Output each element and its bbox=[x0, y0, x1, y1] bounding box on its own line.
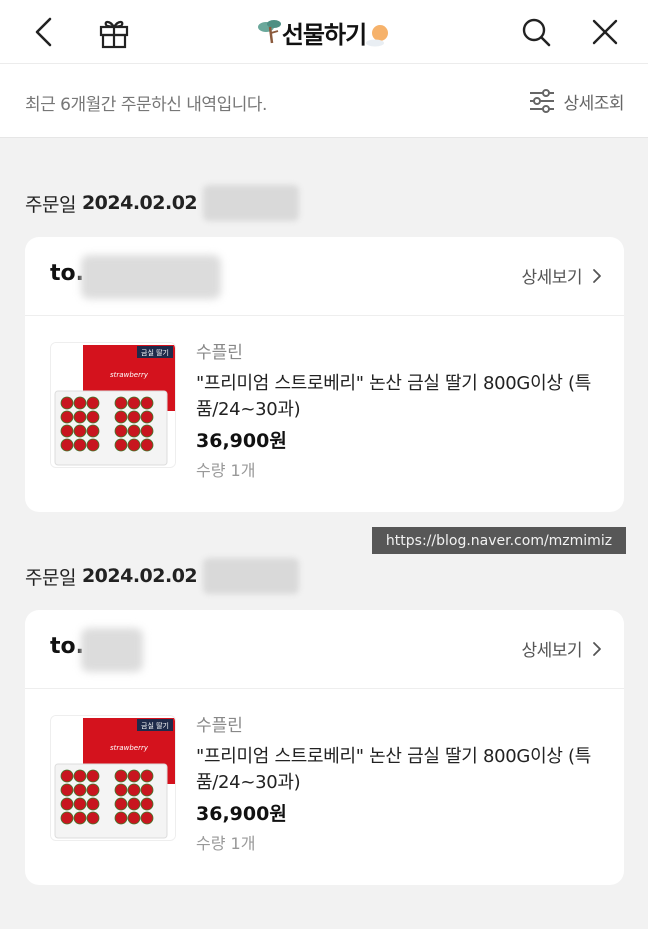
redacted-recipient bbox=[81, 628, 143, 672]
detail-search-label: 상세조회 bbox=[563, 93, 624, 114]
redacted-order-number bbox=[203, 185, 300, 221]
product-name: "프리미엄 스트로베리" 논산 금실 딸기 800G이상 (특품/24~30과) bbox=[196, 746, 591, 793]
product-info[interactable]: 수플린 "프리미엄 스트로베리" 논산 금실 딸기 800G이상 (특품/24~… bbox=[196, 341, 601, 483]
filter-sliders-icon bbox=[530, 89, 555, 113]
order-card: to. 상세보기 금실 딸기 strawberry 수플린 "프리미엄 스트로베… bbox=[25, 237, 624, 512]
order-card-header: to. 상세보기 bbox=[25, 237, 624, 316]
recipient-prefix: to. bbox=[50, 261, 84, 286]
product-quantity: 수량 1개 bbox=[196, 461, 256, 480]
search-button[interactable] bbox=[514, 10, 558, 54]
page-title-text: 선물하기 bbox=[281, 20, 367, 49]
product-brand: 수플린 bbox=[196, 716, 243, 736]
recipient-prefix: to. bbox=[50, 634, 84, 659]
product-name: "프리미엄 스트로베리" 논산 금실 딸기 800G이상 (특품/24~30과) bbox=[196, 373, 591, 420]
close-icon bbox=[592, 19, 618, 45]
order-date: 2024.02.02 bbox=[81, 565, 198, 587]
order-card-header: to. 상세보기 bbox=[25, 610, 624, 689]
period-notice-bar: 최근 6개월간 주문하신 내역입니다. 상세조회 bbox=[0, 64, 648, 138]
package-text: strawberry bbox=[110, 371, 149, 379]
product-thumbnail[interactable]: 금실 딸기 strawberry bbox=[50, 342, 176, 468]
order-card: to. 상세보기 금실 딸기 strawberry 수플린 "프리미엄 스트로베… bbox=[25, 610, 624, 885]
product-quantity: 수량 1개 bbox=[196, 834, 256, 853]
order-date-line: 주문일 2024.02.02 bbox=[25, 558, 300, 594]
strawberry-box-image: 금실 딸기 strawberry bbox=[51, 343, 175, 467]
order-date-line: 주문일 2024.02.02 bbox=[25, 185, 300, 221]
order-date: 2024.02.02 bbox=[81, 192, 198, 214]
page-title: 선물하기 bbox=[256, 15, 392, 50]
blog-watermark: https://blog.naver.com/mzmimiz bbox=[372, 527, 626, 554]
package-badge: 금실 딸기 bbox=[141, 348, 169, 357]
close-button[interactable] bbox=[583, 10, 627, 54]
product-thumbnail[interactable]: 금실 딸기 strawberry bbox=[50, 715, 176, 841]
top-app-bar: 선물하기 bbox=[0, 0, 648, 64]
package-text: strawberry bbox=[110, 744, 149, 752]
redacted-recipient bbox=[81, 255, 221, 299]
chevron-right-icon bbox=[593, 641, 601, 656]
order-date-label: 주문일 bbox=[25, 566, 76, 589]
sun-decoration-icon bbox=[366, 24, 389, 46]
view-detail-link[interactable]: 상세보기 bbox=[521, 636, 602, 661]
product-brand: 수플린 bbox=[196, 343, 243, 363]
order-date-label: 주문일 bbox=[25, 193, 76, 216]
period-notice-text: 최근 6개월간 주문하신 내역입니다. bbox=[25, 95, 267, 115]
product-price: 36,900원 bbox=[196, 803, 287, 825]
view-detail-label: 상세보기 bbox=[521, 268, 582, 288]
tree-decoration-icon bbox=[257, 19, 281, 43]
chevron-right-icon bbox=[593, 268, 601, 283]
detail-search-button[interactable]: 상세조회 bbox=[529, 86, 624, 116]
view-detail-link[interactable]: 상세보기 bbox=[521, 263, 602, 288]
product-price: 36,900원 bbox=[196, 430, 287, 452]
strawberry-box-image: 금실 딸기 strawberry bbox=[51, 716, 175, 840]
redacted-order-number bbox=[203, 558, 300, 594]
package-badge: 금실 딸기 bbox=[141, 721, 169, 730]
product-info[interactable]: 수플린 "프리미엄 스트로베리" 논산 금실 딸기 800G이상 (특품/24~… bbox=[196, 714, 601, 856]
view-detail-label: 상세보기 bbox=[521, 641, 582, 661]
search-icon bbox=[522, 18, 551, 47]
